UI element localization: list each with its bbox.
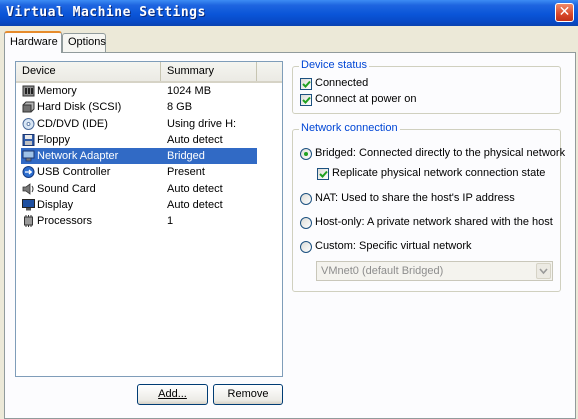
tab-hardware-label: Hardware: [10, 36, 58, 48]
connect-at-power-on-label[interactable]: Connect at power on: [315, 93, 417, 105]
dropdown-arrow[interactable]: [536, 263, 551, 279]
device-summary: 8 GB: [167, 101, 193, 114]
device-row-processors[interactable]: Processors 1: [16, 213, 282, 229]
device-summary: Using drive H:: [167, 117, 237, 130]
device-status-group: Device status Connected Connect at power…: [292, 59, 561, 114]
checkmark-icon: [319, 170, 328, 178]
sound-card-icon: [22, 182, 34, 195]
device-row-network-adapter[interactable]: Network Adapter Bridged: [21, 148, 257, 165]
network-connection-group: Network connection Bridged: Connected di…: [292, 122, 565, 292]
device-row-memory[interactable]: Memory 1024 MB: [16, 83, 282, 99]
device-summary: 1024 MB: [167, 85, 212, 97]
processors-icon: [24, 215, 33, 228]
device-rows: Memory 1024 MB Hard Disk (SCSI) 8 GB CD/…: [16, 83, 282, 230]
device-name: Display: [37, 199, 74, 212]
device-name: Processors: [37, 215, 93, 228]
custom-network-value: VMnet0 (default Bridged): [321, 265, 444, 277]
column-header-summary[interactable]: Summary: [161, 62, 257, 81]
memory-icon: [22, 85, 35, 97]
nat-label[interactable]: NAT: Used to share the host's IP address: [315, 192, 515, 204]
display-icon: [22, 199, 35, 211]
device-name: CD/DVD (IDE): [37, 117, 108, 130]
usb-controller-icon: [22, 166, 35, 179]
device-name: Memory: [37, 85, 77, 97]
network-adapter-icon: [22, 150, 35, 162]
device-summary: Auto detect: [167, 182, 223, 195]
device-summary: Bridged: [167, 150, 205, 163]
remove-button-label: Remove: [227, 388, 269, 400]
device-list[interactable]: Device Summary Memory 1024 MB Hard Disk …: [15, 61, 283, 377]
host-only-radio[interactable]: [300, 217, 312, 229]
connected-label[interactable]: Connected: [315, 77, 368, 89]
custom-radio[interactable]: [300, 241, 312, 253]
window-title: Virtual Machine Settings: [6, 5, 206, 20]
connected-checkbox[interactable]: [300, 78, 312, 90]
list-header: Device Summary: [16, 62, 282, 83]
checkmark-icon: [302, 80, 311, 88]
radio-selected-dot: [304, 152, 308, 156]
device-name: Network Adapter: [37, 150, 119, 163]
column-header-device[interactable]: Device: [16, 62, 161, 81]
add-button[interactable]: Add...: [137, 384, 208, 405]
tab-options-label: Options: [68, 36, 106, 48]
checkmark-icon: [302, 96, 311, 104]
floppy-icon: [22, 133, 35, 146]
cd-dvd-icon: [22, 117, 35, 130]
device-name: Floppy: [37, 133, 71, 146]
bridged-radio[interactable]: [300, 148, 312, 160]
device-summary: Auto detect: [167, 199, 223, 212]
bridged-label[interactable]: Bridged: Connected directly to the physi…: [315, 147, 565, 159]
nat-radio[interactable]: [300, 193, 312, 205]
replicate-state-label[interactable]: Replicate physical network connection st…: [332, 167, 545, 179]
device-row-floppy[interactable]: Floppy Auto detect: [16, 132, 282, 148]
device-row-display[interactable]: Display Auto detect: [16, 197, 282, 213]
device-status-legend: Device status: [299, 59, 370, 71]
hard-disk-icon: [22, 101, 35, 113]
device-row-usb-controller[interactable]: USB Controller Present: [16, 164, 282, 180]
device-summary: Present: [167, 166, 205, 179]
device-name: Hard Disk (SCSI): [37, 101, 122, 114]
close-icon: ✕: [558, 4, 571, 20]
device-summary: 1: [167, 215, 174, 228]
host-only-label[interactable]: Host-only: A private network shared with…: [315, 216, 553, 228]
custom-label[interactable]: Custom: Specific virtual network: [315, 240, 472, 252]
device-row-sound-card[interactable]: Sound Card Auto detect: [16, 181, 282, 197]
remove-button[interactable]: Remove: [213, 384, 283, 405]
replicate-state-checkbox[interactable]: [317, 168, 329, 180]
tab-options[interactable]: Options: [62, 33, 106, 52]
device-name: Sound Card: [37, 182, 96, 195]
network-connection-legend: Network connection: [299, 122, 400, 134]
device-name: USB Controller: [37, 166, 111, 179]
device-row-hard-disk[interactable]: Hard Disk (SCSI) 8 GB: [16, 99, 282, 115]
tab-hardware[interactable]: Hardware: [4, 31, 62, 53]
device-row-cd-dvd[interactable]: CD/DVD (IDE) Using drive H:: [16, 116, 282, 132]
device-summary: Auto detect: [167, 133, 223, 146]
close-button[interactable]: ✕: [555, 3, 574, 22]
connect-at-power-on-checkbox[interactable]: [300, 94, 312, 106]
chevron-down-icon: [539, 268, 548, 275]
add-button-label: Add...: [158, 388, 187, 400]
custom-network-select[interactable]: VMnet0 (default Bridged): [316, 261, 553, 281]
title-bar: Virtual Machine Settings ✕: [0, 0, 578, 26]
